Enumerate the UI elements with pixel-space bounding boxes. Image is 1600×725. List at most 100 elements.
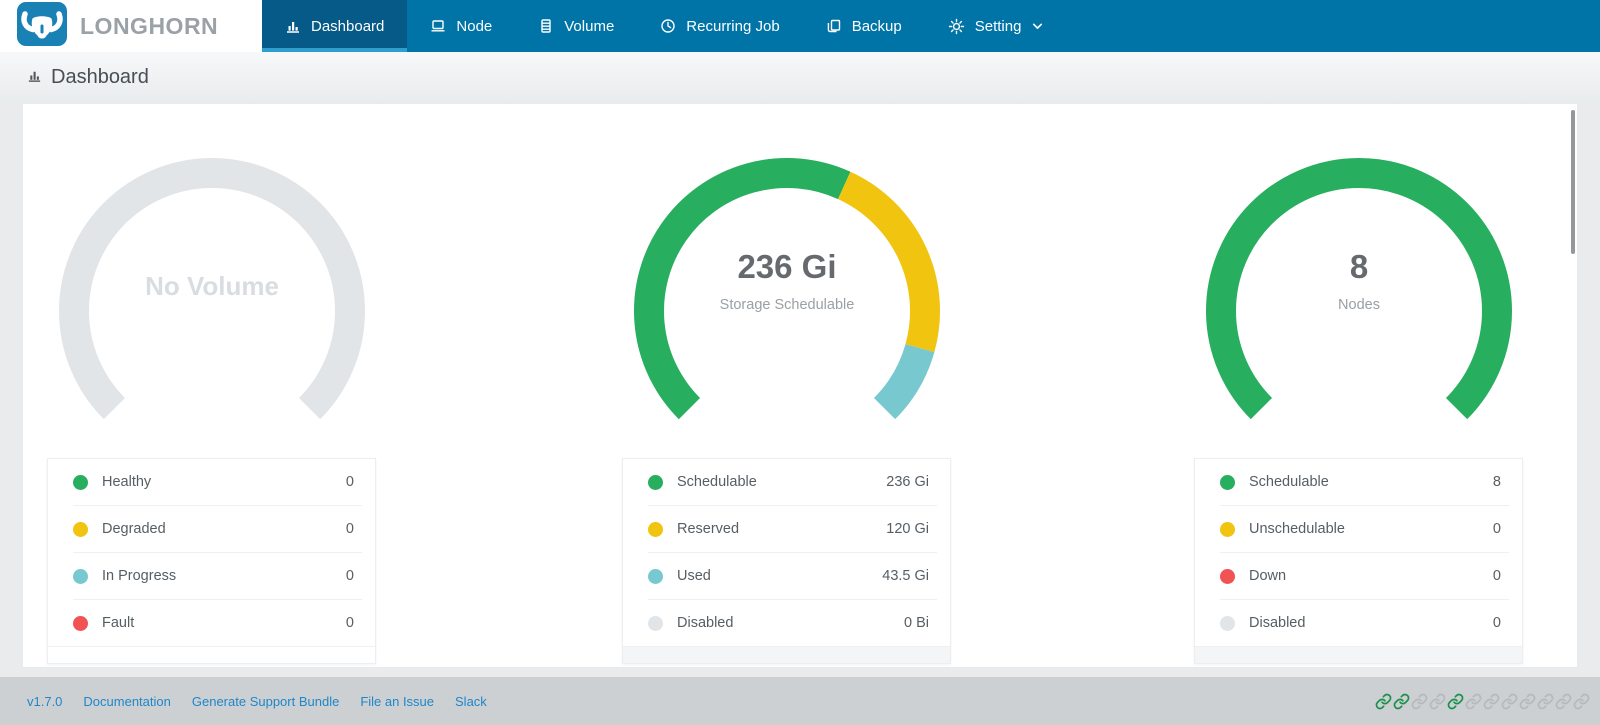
brand[interactable]: LONGHORN	[0, 0, 262, 52]
legend-label: Reserved	[677, 521, 739, 537]
legend-dot	[73, 475, 88, 490]
legend-dot	[1220, 569, 1235, 584]
link-icon	[1519, 693, 1536, 710]
node-gauge: 8 Nodes	[1194, 143, 1524, 435]
bar-chart-icon	[27, 68, 42, 88]
documentation-link[interactable]: Documentation	[83, 694, 170, 709]
volume-icon	[538, 18, 554, 34]
tab-node[interactable]: Node	[407, 0, 515, 52]
link-icon	[1501, 693, 1518, 710]
legend-value: 8	[1493, 474, 1501, 490]
dashboard-card: No Volume Healthy 0 Degraded 0	[22, 103, 1578, 668]
volume-gauge: No Volume	[47, 143, 377, 435]
link-icon	[1447, 693, 1464, 710]
legend-value: 0	[1493, 568, 1501, 584]
tab-recurring-job[interactable]: Recurring Job	[637, 0, 802, 52]
legend-value: 0	[346, 474, 354, 490]
legend-value: 43.5 Gi	[882, 568, 929, 584]
legend-value: 0	[346, 521, 354, 537]
legend-value: 0	[346, 568, 354, 584]
legend-row: Disabled 0	[1195, 600, 1522, 646]
legend-label: Degraded	[102, 521, 166, 537]
legend-label: Healthy	[102, 474, 151, 490]
legend-value: 0	[346, 615, 354, 631]
tab-label: Recurring Job	[686, 18, 779, 35]
legend-row: Reserved 120 Gi	[623, 506, 950, 552]
navbar: LONGHORN Dashboard Node	[0, 0, 1600, 52]
legend-value: 0	[1493, 521, 1501, 537]
brand-name: LONGHORN	[80, 13, 218, 40]
legend-row: Fault 0	[48, 600, 375, 646]
legend-row: Disabled 0 Bi	[623, 600, 950, 646]
generate-support-bundle-link[interactable]: Generate Support Bundle	[192, 694, 339, 709]
link-icon	[1573, 693, 1590, 710]
legend-dot	[648, 569, 663, 584]
nav-tabs: Dashboard Node Volume	[262, 0, 1067, 52]
legend-row: Degraded 0	[48, 506, 375, 552]
legend-row: In Progress 0	[48, 553, 375, 599]
version-label: v1.7.0	[27, 694, 62, 709]
storage-gauge: 236 Gi Storage Schedulable	[622, 143, 952, 435]
legend-label: Schedulable	[677, 474, 757, 490]
page-header: Dashboard	[0, 52, 1600, 103]
gear-icon	[948, 18, 965, 35]
gauge-arc	[622, 143, 952, 435]
legend-dot	[1220, 616, 1235, 631]
tab-label: Dashboard	[311, 18, 384, 35]
chevron-down-icon	[1031, 20, 1044, 33]
storage-column: 236 Gi Storage Schedulable Schedulable 2…	[622, 143, 952, 664]
legend-dot	[648, 475, 663, 490]
legend-label: Disabled	[677, 615, 733, 631]
legend-row: Unschedulable 0	[1195, 506, 1522, 552]
legend-label: Schedulable	[1249, 474, 1329, 490]
tab-dashboard[interactable]: Dashboard	[262, 0, 407, 52]
tab-label: Backup	[852, 18, 902, 35]
legend-value: 0	[1493, 615, 1501, 631]
gauge-arc	[1194, 143, 1524, 435]
legend-value: 0 Bi	[904, 615, 929, 631]
legend-dot	[73, 569, 88, 584]
legend-dot	[73, 616, 88, 631]
legend-dot	[73, 522, 88, 537]
footer: v1.7.0 Documentation Generate Support Bu…	[0, 677, 1600, 725]
legend-value: 236 Gi	[886, 474, 929, 490]
node-icon	[430, 18, 446, 34]
bar-chart-icon	[285, 18, 301, 34]
legend-dot	[1220, 522, 1235, 537]
legend-dot	[648, 522, 663, 537]
tab-label: Node	[456, 18, 492, 35]
file-an-issue-link[interactable]: File an Issue	[360, 694, 434, 709]
volume-legend-card: Healthy 0 Degraded 0 In Progress 0	[47, 458, 376, 664]
link-icon	[1483, 693, 1500, 710]
volume-column: No Volume Healthy 0 Degraded 0	[47, 143, 377, 664]
link-icon	[1393, 693, 1410, 710]
link-icon	[1411, 693, 1428, 710]
link-icon	[1537, 693, 1554, 710]
legend-dot	[1220, 475, 1235, 490]
slack-link[interactable]: Slack	[455, 694, 487, 709]
longhorn-logo-icon	[17, 2, 67, 51]
tab-volume[interactable]: Volume	[515, 0, 637, 52]
legend-label: Down	[1249, 568, 1286, 584]
legend-dot	[648, 616, 663, 631]
legend-label: Used	[677, 568, 711, 584]
clock-icon	[660, 18, 676, 34]
legend-row: Schedulable 236 Gi	[623, 459, 950, 505]
tab-backup[interactable]: Backup	[803, 0, 925, 52]
tab-setting[interactable]: Setting	[925, 0, 1068, 52]
page-title: Dashboard	[51, 66, 149, 89]
legend-row: Down 0	[1195, 553, 1522, 599]
legend-row: Used 43.5 Gi	[623, 553, 950, 599]
tab-label: Volume	[564, 18, 614, 35]
tab-label: Setting	[975, 18, 1022, 35]
legend-label: Disabled	[1249, 615, 1305, 631]
legend-row: Healthy 0	[48, 459, 375, 505]
legend-label: Unschedulable	[1249, 521, 1345, 537]
link-icon	[1429, 693, 1446, 710]
node-legend-card: Schedulable 8 Unschedulable 0 Down 0	[1194, 458, 1523, 664]
legend-value: 120 Gi	[886, 521, 929, 537]
link-icon	[1465, 693, 1482, 710]
footer-links: v1.7.0 Documentation Generate Support Bu…	[27, 694, 487, 709]
scrollbar-thumb[interactable]	[1571, 110, 1575, 254]
gauge-arc	[47, 143, 377, 435]
